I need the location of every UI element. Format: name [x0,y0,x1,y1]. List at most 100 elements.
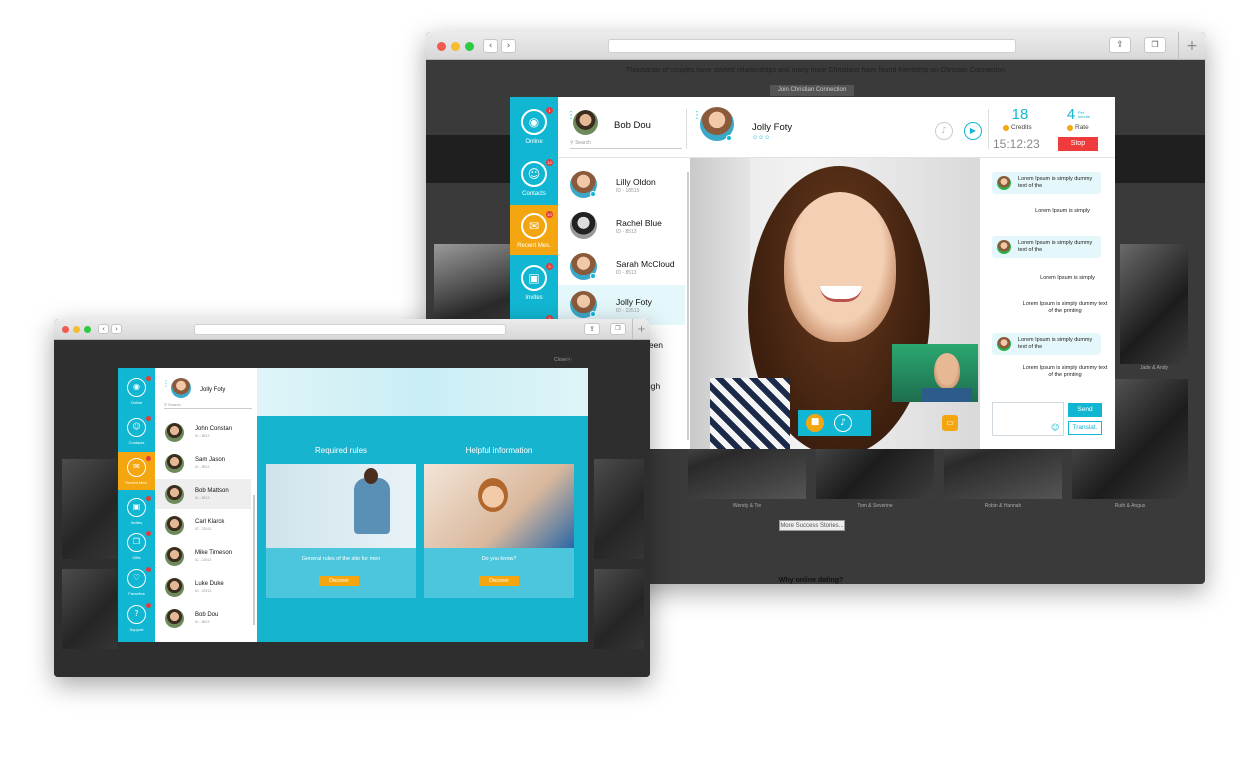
menu-dots-icon[interactable]: ⋮ [162,380,170,388]
rail-item-invites[interactable]: ▣ Invites [118,492,155,530]
contact-id: ID - 8513 [616,270,637,276]
rail-item-contacts[interactable]: ☺ Contacts [118,412,155,450]
rail-label: Online [130,400,143,405]
coin-icon [1067,125,1073,131]
notification-badge [146,456,151,461]
discover-button[interactable]: Discover [479,576,519,586]
avatar [171,378,191,398]
avatar [165,516,184,535]
join-button[interactable]: Join Christian Connection [770,85,854,96]
share-icon[interactable]: ⇪ [584,323,600,335]
rail-item-recent-messages[interactable]: ✉ Recent Mes. [118,452,155,490]
rail-item-invites[interactable]: ▣ 3 Invites [510,257,558,307]
wifi-icon: ◉ [127,378,146,397]
chat-toggle-icon[interactable]: ▭ [942,415,958,431]
contact-search-input[interactable]: ⚲ Search [570,138,682,149]
coin-icon [1003,125,1009,131]
contact-id: ID - 8513 [195,620,210,624]
list-item[interactable]: Mike Timeson ID - 22513 [155,541,251,571]
list-item[interactable]: Carl Klarck ID - 22513 [155,510,251,540]
rail-item-gifts[interactable]: ❒ Gifts [118,527,155,565]
tabs-icon[interactable]: ❐ [610,323,626,335]
rules-card[interactable]: General rules of the site for men Discov… [266,464,416,598]
back-icon[interactable]: ‹ [98,324,109,334]
rail-item-online[interactable]: ◉ Online [118,372,155,410]
maximize-window-button[interactable] [465,42,474,51]
rail-item-support[interactable]: ? Support [118,599,155,637]
chat-panel: Lorem Ipsum is simply dummy text of the … [980,158,1115,449]
shirt [710,378,790,449]
list-item[interactable]: Sarah McCloud ID - 8513 [558,244,685,284]
new-tab-icon[interactable]: + [1178,32,1205,60]
site-banner-text: Thousands of couples have started relati… [625,67,1006,74]
info-panel: Required rules Helpful information Gener… [257,416,588,642]
credits-label: Credits [1011,124,1032,131]
contact-search-input[interactable]: ⚲ Search [164,401,252,409]
forward-icon[interactable]: › [111,324,122,334]
card-text: General rules of the site for men [301,556,381,562]
microphone-icon[interactable]: ♪ [834,414,852,432]
contact-id: ID - 8513 [195,465,210,469]
camera-icon[interactable]: ■ [806,414,824,432]
list-item[interactable]: John Constan ID - 8513 [155,417,251,447]
person-figure [354,478,390,534]
list-item[interactable]: Bob Dou ID - 8513 [155,603,251,633]
secondary-app-panel: ◉ Online ☺ Contacts ✉ Recent Mes. ▣ Invites … [118,368,588,642]
list-item[interactable]: Lilly Oldon ID - 18515 [558,162,685,202]
list-item-selected[interactable]: Bob Mattson ID - 8513 [155,479,251,509]
close-window-button[interactable] [437,42,446,51]
message-text: Lorem Ipsum is simply dummy text of the [1018,176,1093,189]
information-card[interactable]: Do you know? Discover [424,464,574,598]
close-window-button[interactable] [62,326,69,333]
rate-label: Rate [1075,124,1089,131]
gift-icon: ❒ [127,533,146,552]
rail-item-favorites[interactable]: ♡ Favorites [118,563,155,601]
contact-id: ID - 22513 [195,527,212,531]
video-camera-icon[interactable]: ▶ [964,122,982,140]
stop-button[interactable]: Stop [1058,137,1098,151]
close-link[interactable]: Closeⓧ [554,356,572,363]
current-user-name: Jolly Foty [200,387,226,393]
message-incoming: Lorem Ipsum is simply dummy text of the [992,172,1101,194]
forward-icon[interactable]: › [501,39,516,53]
scrollbar[interactable] [253,495,255,625]
person-head [364,468,378,484]
send-button[interactable]: Send [1068,403,1102,417]
background-photo [594,569,644,649]
rail-item-recent-messages[interactable]: ✉ 10 Recent Mes. [510,205,558,255]
avatar [573,110,598,135]
rail-item-online[interactable]: ◉ 1 Online [510,101,558,151]
contact-id: ID - 22513 [195,589,212,593]
rail-label: Support [129,627,144,632]
rail-label: Recent Mes. [517,243,551,249]
back-icon[interactable]: ‹ [483,39,498,53]
rail-item-contacts[interactable]: ☺ 12 Contacts [510,153,558,203]
new-tab-icon[interactable]: + [632,319,650,340]
discover-button[interactable]: Discover [319,576,359,586]
list-item[interactable]: Sam Jason ID - 8513 [155,448,251,478]
maximize-window-button[interactable] [84,326,91,333]
list-item[interactable]: Luke Duke ID - 22513 [155,572,251,602]
notification-badge: 12 [546,159,553,166]
microphone-icon[interactable]: ♪ [935,122,953,140]
address-bar[interactable] [608,39,1016,53]
avatar [165,609,184,628]
address-bar[interactable] [194,324,506,335]
contacts-list: John Constan ID - 8513 Sam Jason ID - 8513… [155,415,255,642]
list-item[interactable]: Rachel Blue ID - 8513 [558,203,685,243]
contacts-icon: ☺ [521,161,547,187]
minimize-window-button[interactable] [451,42,460,51]
emoji-icon[interactable]: ☺ [1051,423,1059,432]
person-head [478,478,508,512]
minimize-window-button[interactable] [73,326,80,333]
translate-button[interactable]: Translat. [1068,421,1102,435]
rail-label: Invites [525,295,543,301]
contact-name: Luke Duke [195,581,224,587]
side-rail: ◉ Online ☺ Contacts ✉ Recent Mes. ▣ Invites … [118,368,155,642]
more-stories-button[interactable]: More Success Stories... [779,520,845,531]
scrollbar[interactable] [687,172,689,440]
tabs-icon[interactable]: ❐ [1144,37,1166,53]
support-icon: ? [127,605,146,624]
contact-id: ID - 22513 [195,558,212,562]
share-icon[interactable]: ⇪ [1109,37,1131,53]
